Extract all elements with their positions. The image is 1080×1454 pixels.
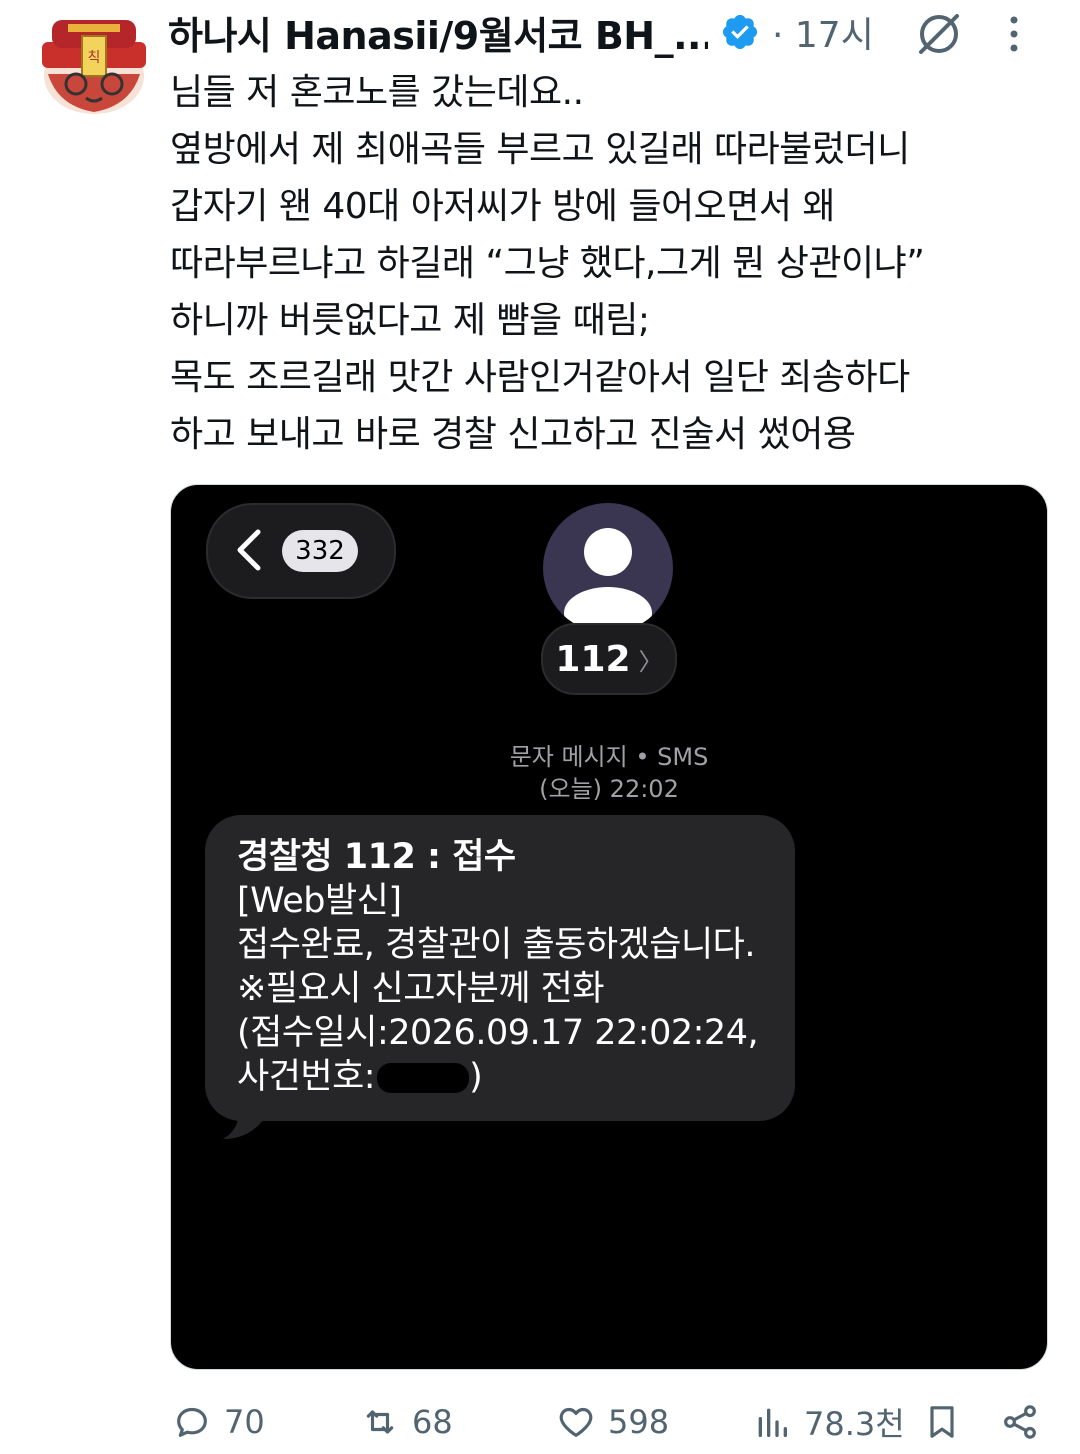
share-icon	[1004, 1405, 1036, 1439]
svg-text:칙: 칙	[88, 50, 101, 66]
message-line: 경찰청 112 : 접수	[237, 837, 516, 877]
verified-badge-icon	[722, 14, 758, 50]
message-line: 접수완료, 경찰관이 출동하겠습니다.	[237, 925, 756, 965]
share-button[interactable]	[1000, 1394, 1052, 1450]
repost-button[interactable]: 68	[360, 1394, 453, 1450]
message-line: ※필요시 신고자분께 전화	[237, 969, 605, 1009]
contact-number: 112	[555, 638, 631, 680]
sms-message-bubble[interactable]: 경찰청 112 : 접수 [Web발신] 접수완료, 경찰관이 출동하겠습니다.…	[205, 815, 795, 1121]
reply-button[interactable]: 70	[172, 1394, 265, 1450]
views-button[interactable]: 78.3천	[752, 1394, 905, 1450]
grok-icon[interactable]	[915, 10, 963, 58]
author-avatar[interactable]: 칙	[38, 14, 150, 116]
message-line: [Web발신]	[237, 881, 402, 921]
reply-count: 70	[224, 1403, 265, 1441]
like-count: 598	[608, 1403, 670, 1441]
back-button[interactable]: 332	[206, 503, 396, 599]
repost-count: 68	[412, 1403, 453, 1441]
like-button[interactable]: 598	[556, 1394, 669, 1450]
message-line: 사건번호:)	[237, 1055, 763, 1099]
post-action-bar: 70 68 598 78.3천	[170, 1394, 1050, 1450]
message-line: (접수일시:2026.09.17 22:02:24,	[237, 1013, 759, 1053]
reply-icon	[177, 1407, 207, 1437]
bookmark-icon	[930, 1406, 954, 1438]
redaction-mark	[377, 1063, 470, 1093]
unread-count-badge: 332	[282, 530, 358, 572]
view-count: 78.3천	[804, 1405, 905, 1443]
heart-icon	[559, 1407, 593, 1437]
post-header: 하나시 Hanasii/9월서코 BH_... · 17시	[168, 6, 1060, 58]
chevron-left-icon	[237, 529, 261, 571]
post-text: 님들 저 혼코노를 갔는데요.. 옆방에서 제 최애곡들 부르고 있길래 따라불…	[170, 72, 925, 455]
more-options-icon[interactable]	[1004, 12, 1024, 56]
case-number-label: 사건번호:	[237, 1057, 376, 1097]
post-media-image[interactable]: 332 112 〉 문자 메시지 • SMS (오늘) 22:02 경찰청 11…	[170, 484, 1048, 1370]
chevron-right-icon: 〉	[638, 647, 663, 676]
contact-name-button[interactable]: 112 〉	[541, 623, 677, 695]
post-time[interactable]: · 17시	[772, 6, 874, 58]
message-timestamp: (오늘) 22:02	[539, 775, 679, 803]
views-chart-icon	[758, 1408, 787, 1437]
closing-paren: )	[469, 1057, 483, 1097]
bookmark-button[interactable]	[922, 1394, 974, 1450]
author-name[interactable]: 하나시 Hanasii/9월서코 BH_...	[168, 5, 708, 60]
contact-avatar-icon	[543, 503, 673, 633]
message-type-label: 문자 메시지 • SMS	[509, 743, 709, 771]
repost-icon	[366, 1410, 394, 1434]
